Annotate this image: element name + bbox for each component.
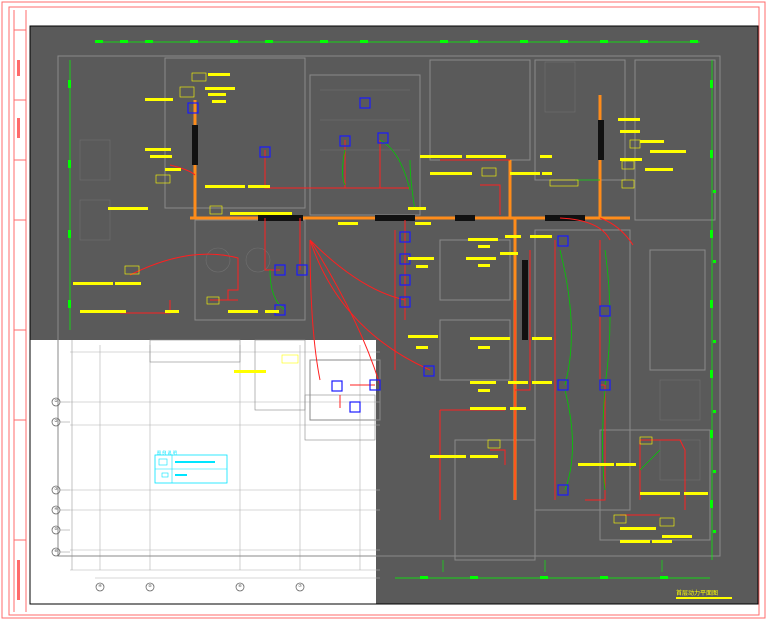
- grid-label-bottom: ⑤: [148, 583, 152, 588]
- drawing-title-underline: [676, 597, 732, 599]
- grid-label-left: ①: [54, 398, 58, 403]
- grid-label-left: ③: [54, 486, 58, 491]
- cad-viewport: 图 例 说 明 首层动力平面图 ① ② ③ ④ ⑤ ⑥ ④ ⑤ ⑥ ⑦: [0, 0, 767, 620]
- floor-plan-drawing: [0, 0, 767, 620]
- grid-label-left: ④: [54, 506, 58, 511]
- grid-label-left: ⑤: [54, 526, 58, 531]
- legend-title: 图 例 说 明: [157, 450, 177, 455]
- grid-label-left: ②: [54, 418, 58, 423]
- grid-label-left: ⑥: [54, 548, 58, 553]
- grid-label-bottom: ④: [98, 583, 102, 588]
- grid-label-bottom: ⑦: [298, 583, 302, 588]
- drawing-title: 首层动力平面图: [676, 590, 719, 597]
- grid-label-bottom: ⑥: [238, 583, 242, 588]
